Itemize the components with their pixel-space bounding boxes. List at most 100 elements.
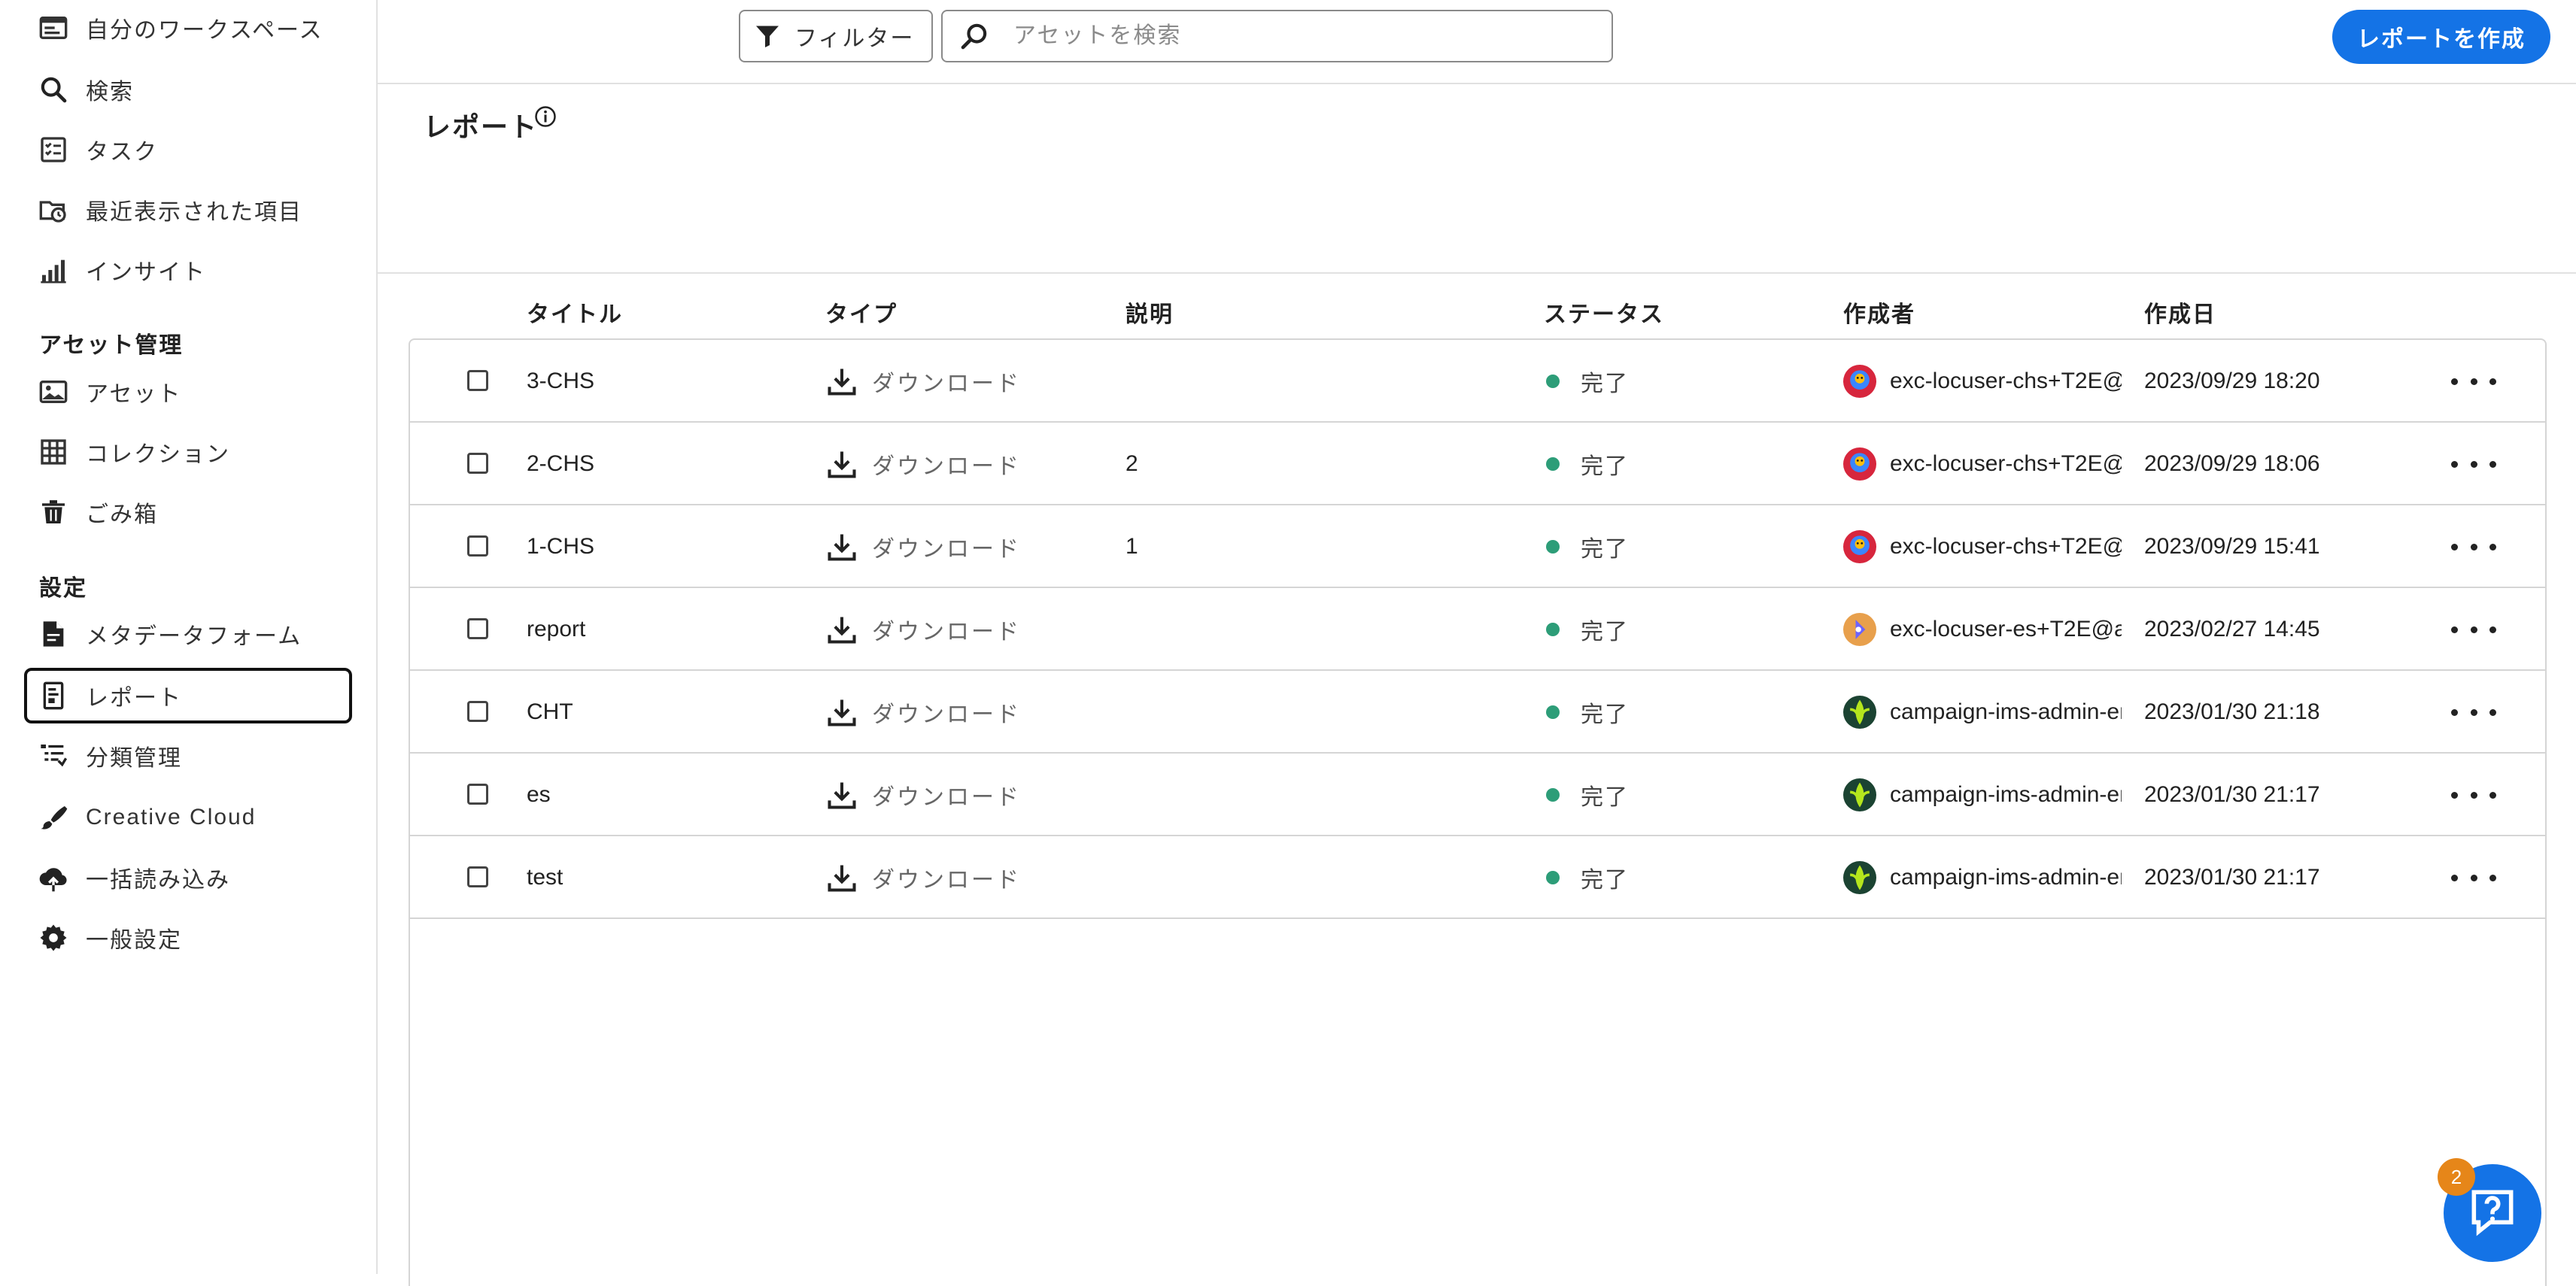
filter-label: フィルター — [794, 26, 915, 51]
table-row[interactable]: 1-CHS ダウンロード 1 完了 exc-locuser-chs+T2E@ac 2023… — [410, 505, 2545, 588]
filter-funnel-icon — [756, 26, 779, 47]
row-checkbox[interactable] — [467, 535, 488, 557]
column-header-description[interactable]: 説明 — [1125, 296, 1174, 329]
sidebar-item-trash[interactable]: ごみ箱 — [24, 484, 352, 540]
sidebar-item-taxonomy[interactable]: 分類管理 — [24, 728, 352, 784]
row-title[interactable]: report — [527, 588, 805, 671]
row-more-actions-button[interactable] — [2451, 699, 2496, 725]
more-dot-icon — [2489, 708, 2496, 716]
table-row[interactable]: 2-CHS ダウンロード 2 完了 exc-locuser-chs+T2E@ac 2023… — [410, 423, 2545, 505]
more-dot-icon — [2451, 460, 2458, 468]
status-dot — [1546, 788, 1560, 802]
sidebar-item-insights[interactable]: インサイト — [24, 242, 352, 298]
status-dot — [1546, 871, 1560, 884]
column-header-creator[interactable]: 作成者 — [1843, 296, 1915, 329]
row-creator-name: campaign-ims-admin-er — [1890, 699, 2122, 724]
row-title[interactable]: test — [527, 836, 805, 919]
status-dot — [1546, 457, 1560, 471]
search-input[interactable] — [1012, 23, 1587, 50]
row-description — [1125, 588, 1351, 671]
row-title[interactable]: 1-CHS — [527, 505, 805, 588]
sidebar-item-general-settings[interactable]: 一般設定 — [24, 910, 352, 966]
row-type-label: ダウンロード — [872, 372, 1021, 396]
sidebar-item-label: 最近表示された項目 — [86, 200, 302, 225]
row-checkbox[interactable] — [467, 701, 488, 722]
row-more-actions-button[interactable] — [2451, 534, 2496, 560]
row-status: 完了 — [1546, 588, 1772, 671]
row-type-label: ダウンロード — [872, 620, 1021, 645]
page-title: レポート — [424, 111, 539, 142]
row-more-actions-button[interactable] — [2451, 782, 2496, 808]
row-status: 完了 — [1546, 754, 1772, 836]
row-type: ダウンロード — [825, 671, 1096, 754]
row-title[interactable]: 3-CHS — [527, 340, 805, 423]
row-checkbox[interactable] — [467, 370, 488, 391]
row-title[interactable]: 2-CHS — [527, 423, 805, 505]
row-checkbox[interactable] — [467, 784, 488, 805]
row-title[interactable]: es — [527, 754, 805, 836]
download-icon — [828, 369, 856, 396]
sidebar-item-tasks[interactable]: タスク — [24, 122, 352, 177]
table-row[interactable]: report ダウンロード 完了 exc-locuser-es+T2E@ad 2023/… — [410, 588, 2545, 671]
collections-grid-icon — [38, 436, 69, 468]
search-icon — [961, 23, 987, 50]
cloud-upload-icon — [38, 862, 69, 893]
create-report-button[interactable]: レポートを作成 — [2332, 10, 2550, 64]
row-status-label: 完了 — [1581, 785, 1629, 810]
more-dot-icon — [2470, 626, 2477, 633]
row-more-actions-button[interactable] — [2451, 451, 2496, 477]
row-creator: campaign-ims-admin-er — [1843, 836, 2122, 919]
column-header-type[interactable]: タイプ — [825, 296, 898, 329]
sidebar-item-assets[interactable]: アセット — [24, 364, 352, 420]
more-dot-icon — [2489, 626, 2496, 633]
sidebar-item-label: 一般設定 — [86, 928, 182, 953]
taxonomy-list-icon — [38, 740, 69, 772]
avatar — [1843, 861, 1876, 894]
row-checkbox[interactable] — [467, 866, 488, 887]
row-created-date: 2023/01/30 21:17 — [2144, 782, 2320, 807]
sidebar-item-label: レポート — [86, 686, 182, 711]
row-status: 完了 — [1546, 836, 1772, 919]
row-creator: exc-locuser-chs+T2E@ac — [1843, 505, 2122, 588]
row-more-actions-button[interactable] — [2451, 617, 2496, 642]
row-more-actions-button[interactable] — [2451, 369, 2496, 394]
sidebar-item-recent[interactable]: 最近表示された項目 — [24, 182, 352, 238]
section-heading-asset-management: アセット管理 — [39, 333, 184, 358]
row-more-actions-button[interactable] — [2451, 865, 2496, 890]
row-status: 完了 — [1546, 505, 1772, 588]
sidebar-item-bulk-import[interactable]: 一括読み込み — [24, 850, 352, 905]
sidebar-item-my-workspace[interactable]: 自分のワークスペース — [24, 0, 352, 56]
row-status-label: 完了 — [1581, 620, 1629, 645]
sidebar-item-creative-cloud[interactable]: Creative Cloud — [24, 790, 352, 845]
row-status: 完了 — [1546, 671, 1772, 754]
table-row[interactable]: 3-CHS ダウンロード 完了 exc-locuser-chs+T2E@ac 2023/… — [410, 340, 2545, 423]
column-header-created-date[interactable]: 作成日 — [2144, 296, 2216, 329]
sidebar-item-collections[interactable]: コレクション — [24, 424, 352, 480]
sidebar-item-metadata-forms[interactable]: メタデータフォーム — [24, 606, 352, 662]
table-row[interactable]: CHT ダウンロード 完了 campaign-ims-admin-er 2023/01/… — [410, 671, 2545, 754]
column-header-status[interactable]: ステータス — [1544, 296, 1664, 329]
row-creator-name: exc-locuser-chs+T2E@ac — [1890, 534, 2122, 559]
row-title[interactable]: CHT — [527, 671, 805, 754]
download-icon — [828, 699, 856, 726]
sidebar-item-label: アセット — [86, 382, 182, 407]
sidebar-item-search[interactable]: 検索 — [24, 62, 352, 117]
search-box[interactable] — [941, 10, 1613, 62]
column-header-title[interactable]: タイトル — [527, 296, 623, 329]
more-dot-icon — [2470, 460, 2477, 468]
more-dot-icon — [2470, 874, 2477, 881]
filter-button[interactable]: フィルター — [739, 10, 933, 62]
more-dot-icon — [2470, 378, 2477, 385]
sidebar-item-reports[interactable]: レポート — [24, 668, 352, 723]
row-status: 完了 — [1546, 340, 1772, 423]
row-checkbox[interactable] — [467, 453, 488, 474]
table-row[interactable]: test ダウンロード 完了 campaign-ims-admin-er 2023/01… — [410, 836, 2545, 919]
info-icon[interactable] — [534, 105, 557, 128]
sidebar-item-label: 自分のワークスペース — [86, 18, 324, 43]
table-row[interactable]: es ダウンロード 完了 campaign-ims-admin-er 2023/01/3… — [410, 754, 2545, 836]
row-creator-name: campaign-ims-admin-er — [1890, 782, 2122, 807]
row-type-label: ダウンロード — [872, 702, 1021, 727]
sidebar-item-label: 分類管理 — [86, 746, 182, 771]
row-checkbox[interactable] — [467, 618, 488, 639]
more-dot-icon — [2489, 791, 2496, 799]
